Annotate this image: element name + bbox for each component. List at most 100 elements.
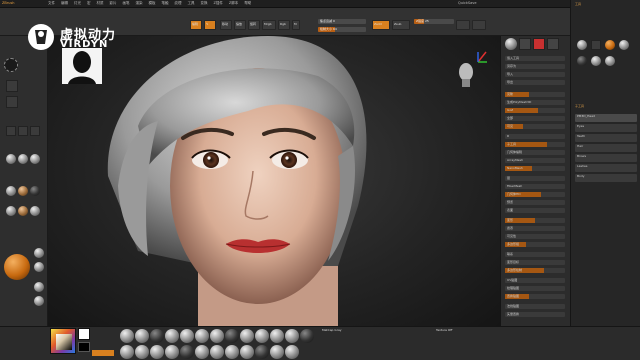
tool-sphere-icon[interactable] <box>505 38 517 50</box>
tool-row[interactable]: 可见 <box>505 124 565 129</box>
material-icon[interactable] <box>6 154 16 164</box>
z-intensity-slider[interactable]: Z强度 25 <box>414 19 454 24</box>
brush-icon[interactable] <box>225 329 239 343</box>
tool-row[interactable]: 几何体HD <box>505 192 565 197</box>
menu-item[interactable]: 渲染 <box>136 1 143 6</box>
tool-icon[interactable] <box>547 38 559 50</box>
tool-icon[interactable] <box>30 126 40 136</box>
brush-icon[interactable] <box>285 329 299 343</box>
brush-icon[interactable] <box>255 329 269 343</box>
brush-icon[interactable] <box>240 345 254 359</box>
draw-size-slider[interactable]: 绘制大小 64 <box>318 27 366 32</box>
tool-row[interactable]: 另存为 <box>505 64 565 69</box>
brush-icon[interactable] <box>165 345 179 359</box>
tool-row[interactable]: 多边形组 <box>505 242 565 247</box>
material-icon[interactable] <box>34 282 44 292</box>
tool-row[interactable]: 子工具 <box>505 142 565 147</box>
subtool-thumb-icon[interactable] <box>591 56 601 66</box>
subtool-item[interactable]: Eyes <box>575 124 637 132</box>
color-picker[interactable] <box>50 328 76 354</box>
material-icon[interactable] <box>18 186 28 196</box>
subtool-thumb-icon[interactable] <box>605 40 615 50</box>
brush-icon[interactable] <box>180 345 194 359</box>
zsub-button[interactable]: Zsub <box>392 20 410 30</box>
brush-icon[interactable] <box>135 329 149 343</box>
menu-item[interactable]: 画笔 <box>123 1 130 6</box>
material-icon[interactable] <box>34 262 44 272</box>
viewport[interactable] <box>48 36 500 326</box>
move-button[interactable]: 移动 <box>220 20 232 30</box>
tool-row[interactable]: 预览 <box>505 200 565 205</box>
brush-icon[interactable] <box>165 329 179 343</box>
lightbox-button[interactable] <box>456 20 470 30</box>
brush-icon[interactable] <box>150 329 164 343</box>
brush-icon[interactable] <box>270 329 284 343</box>
tool-row[interactable]: 生成PolyMesh3D <box>505 100 565 105</box>
tool-row[interactable]: 导出 <box>505 80 565 85</box>
menu-item[interactable]: 文件 <box>48 1 55 6</box>
material-icon[interactable] <box>30 186 40 196</box>
brush-icon[interactable] <box>120 345 134 359</box>
subtool-thumb-icon[interactable] <box>577 56 587 66</box>
stroke-icon[interactable] <box>4 58 18 72</box>
menu-item[interactable]: 工具 <box>188 1 195 6</box>
tool-icon[interactable] <box>6 126 16 136</box>
tool-row[interactable]: 全部 <box>505 116 565 121</box>
brush-icon[interactable] <box>285 345 299 359</box>
tool-icon[interactable] <box>18 126 28 136</box>
subtool-thumb-icon[interactable] <box>577 40 587 50</box>
tool-row[interactable]: 可见性 <box>505 234 565 239</box>
subtool-item[interactable]: Teeth <box>575 134 637 142</box>
secondary-color-swatch[interactable] <box>78 342 90 352</box>
orientation-gizmo[interactable] <box>456 58 476 88</box>
tool-row[interactable]: 层 <box>505 176 565 181</box>
draw-button[interactable]: ✎ <box>204 20 216 30</box>
subtool-item[interactable]: Lashes <box>575 164 637 172</box>
material-icon[interactable] <box>6 186 16 196</box>
edit-button[interactable]: 编辑 <box>190 20 202 30</box>
swatch-toggle-button[interactable] <box>92 350 114 356</box>
material-icon[interactable] <box>18 206 28 216</box>
tool-row[interactable]: GoZ <box>505 108 565 113</box>
brush-icon[interactable] <box>210 345 224 359</box>
alpha-icon[interactable] <box>6 80 18 92</box>
menu-item[interactable]: 纹理 <box>175 1 182 6</box>
rotate-button[interactable]: 旋转 <box>248 20 260 30</box>
tool-row[interactable]: 遮罩 <box>505 226 565 231</box>
quicksketch-button[interactable] <box>472 20 486 30</box>
color-gradient[interactable] <box>56 334 72 350</box>
zadd-button[interactable]: Zadd <box>372 20 390 30</box>
tool-row[interactable]: 变形 <box>505 218 565 223</box>
axis-gizmo-icon[interactable] <box>476 50 488 64</box>
tool-row[interactable]: 载入工具 <box>505 56 565 61</box>
brush-icon[interactable] <box>180 329 194 343</box>
subtool-thumb-icon[interactable] <box>591 40 601 50</box>
tool-row[interactable]: 表面 <box>505 208 565 213</box>
subtool-thumb-icon[interactable] <box>605 56 615 66</box>
material-icon[interactable] <box>18 154 28 164</box>
mrgb-button[interactable]: Mrgb <box>262 20 276 30</box>
menu-item[interactable]: Z脚本 <box>229 1 238 6</box>
tool-row[interactable]: 几何体编辑 <box>505 150 565 155</box>
brush-icon[interactable] <box>195 329 209 343</box>
tool-row[interactable]: 置换贴图 <box>505 294 565 299</box>
menu-item[interactable]: 笔触 <box>162 1 169 6</box>
tool-row[interactable]: 变形目标 <box>505 260 565 265</box>
menu-item[interactable]: 灯光 <box>74 1 81 6</box>
tool-icon[interactable] <box>519 38 531 50</box>
brush-icon[interactable] <box>300 329 314 343</box>
main-color-swatch[interactable] <box>78 328 90 340</box>
menu-item[interactable]: 帮助 <box>244 1 251 6</box>
tool-row[interactable]: 导入 <box>505 72 565 77</box>
active-material-icon[interactable] <box>4 254 30 280</box>
rgb-button[interactable]: Rgb <box>278 20 290 30</box>
subtool-thumb-icon[interactable] <box>619 40 629 50</box>
menu-item[interactable]: 影片 <box>110 1 117 6</box>
material-icon[interactable] <box>30 154 40 164</box>
subtool-item[interactable]: Hair <box>575 144 637 152</box>
brush-icon[interactable] <box>195 345 209 359</box>
brush-icon[interactable] <box>270 345 284 359</box>
focal-shift-slider[interactable]: 焦点衰减 0 <box>318 19 366 24</box>
tool-row[interactable]: 联系 <box>505 252 565 257</box>
brush-icon[interactable] <box>135 345 149 359</box>
